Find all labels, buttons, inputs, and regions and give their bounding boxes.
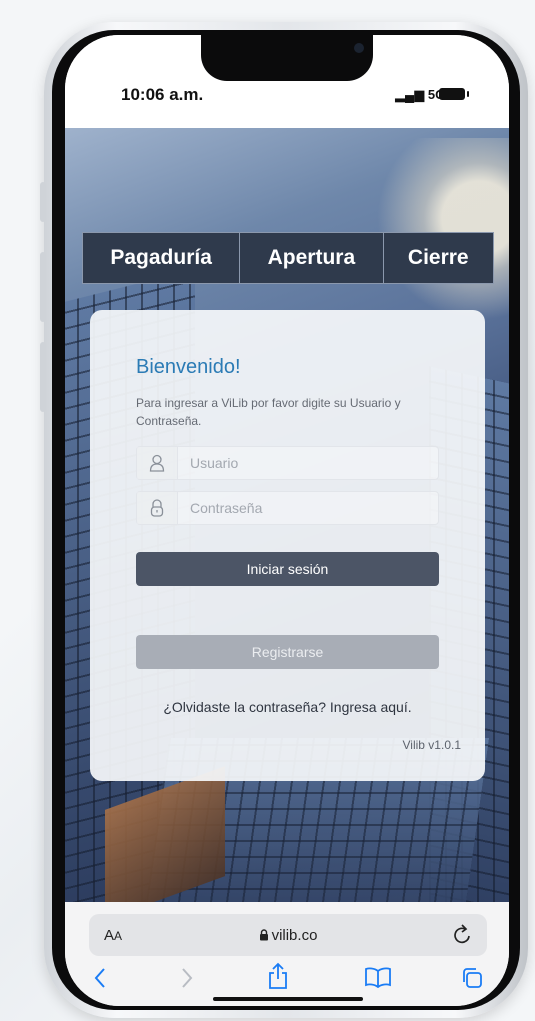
tab-apertura[interactable]: Apertura (240, 233, 384, 283)
login-intro: Para ingresar a ViLib por favor digite s… (136, 396, 401, 428)
battery-icon (439, 88, 469, 100)
url-display[interactable]: vilib.co (89, 927, 487, 944)
lock-icon (259, 928, 268, 940)
volume-down-button (40, 342, 46, 412)
browser-tools (65, 962, 509, 1000)
forgot-password-link[interactable]: ¿Olvidaste la contraseña? Ingresa aquí. (90, 699, 485, 715)
notch (201, 35, 373, 81)
password-placeholder: Contraseña (190, 500, 263, 516)
signal-bars-icon: ▂▄▆ (395, 87, 425, 102)
forward-icon[interactable] (180, 966, 194, 990)
nav-tabs: Pagaduría Apertura Cierre (82, 232, 494, 284)
tab-cierre[interactable]: Cierre (384, 233, 493, 283)
login-button[interactable]: Iniciar sesión (136, 552, 439, 586)
volume-up-button (40, 252, 46, 322)
status-time: 10:06 a.m. (121, 85, 204, 104)
login-card: Bienvenido! Para ingresar a ViLib por fa… (90, 310, 485, 781)
username-field[interactable]: Usuario (136, 446, 439, 480)
reload-icon[interactable] (451, 921, 475, 947)
mute-switch (40, 182, 46, 222)
user-icon (137, 447, 178, 479)
back-icon[interactable] (93, 966, 107, 990)
share-icon[interactable] (267, 962, 289, 990)
web-content: Pagaduría Apertura Cierre Bienvenido! Pa… (65, 128, 509, 902)
password-field[interactable]: Contraseña (136, 491, 439, 525)
status-bar: 10:06 a.m. ▂▄▆ 5G (65, 35, 509, 128)
phone-screen: 10:06 a.m. ▂▄▆ 5G Pagaduría Apertura Cie… (65, 35, 509, 1006)
tabs-icon[interactable] (460, 966, 484, 990)
username-placeholder: Usuario (190, 455, 239, 471)
safari-toolbar: AA vilib.co (65, 902, 509, 1006)
bookmarks-icon[interactable] (364, 966, 392, 988)
signal-indicator: ▂▄▆ 5G (395, 87, 445, 103)
camera-icon (354, 43, 364, 53)
login-title: Bienvenido! (136, 356, 241, 378)
register-button[interactable]: Registrarse (136, 635, 439, 669)
tab-pagaduria[interactable]: Pagaduría (83, 233, 241, 283)
lock-icon (137, 492, 178, 524)
address-bar[interactable]: AA vilib.co (89, 914, 487, 956)
home-indicator (213, 997, 363, 1001)
version-label: Vilib v1.0.1 (402, 738, 461, 752)
